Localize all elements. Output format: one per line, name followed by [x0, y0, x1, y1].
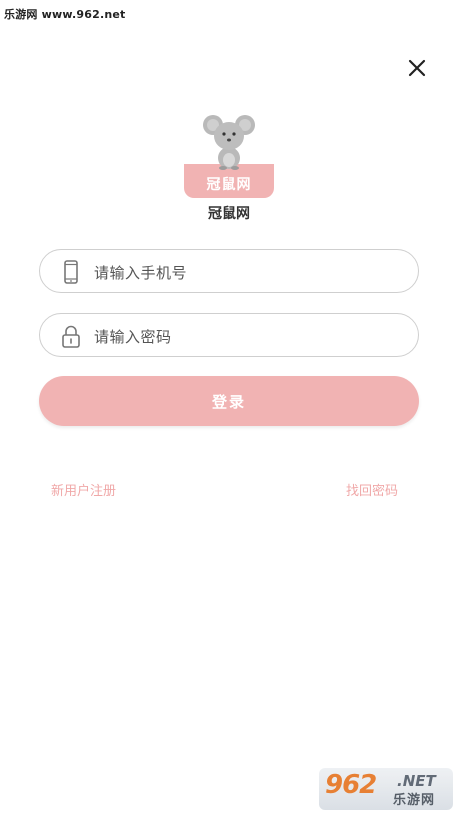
phone-input[interactable]: 请输入手机号	[39, 249, 419, 293]
close-button[interactable]	[405, 56, 429, 80]
watermark-number: 962	[325, 770, 377, 800]
site-watermark-bottom: 962 .NET 乐游网	[319, 768, 453, 810]
watermark-cn: 乐游网	[393, 793, 436, 808]
lock-icon	[62, 325, 80, 348]
login-screen: 乐游网 www.962.net 冠鼠网 冠鼠网 请输入手机号 请输入密码 登录 …	[0, 0, 458, 815]
site-watermark-top: 乐游网 www.962.net	[4, 8, 126, 21]
app-logo: 冠鼠网	[184, 112, 274, 198]
forgot-password-link[interactable]: 找回密码	[346, 480, 398, 499]
mouse-mascot-icon	[203, 115, 255, 170]
logo-text: 冠鼠网	[206, 177, 252, 193]
login-button[interactable]: 登录	[39, 376, 419, 426]
app-name: 冠鼠网	[208, 206, 250, 222]
close-icon	[408, 59, 426, 77]
register-link[interactable]: 新用户注册	[51, 480, 116, 499]
password-input[interactable]: 请输入密码	[39, 313, 419, 357]
login-button-label: 登录	[211, 393, 246, 411]
password-placeholder: 请输入密码	[94, 328, 172, 346]
phone-placeholder: 请输入手机号	[94, 264, 188, 282]
phone-icon	[64, 260, 78, 284]
watermark-suffix: .NET	[397, 772, 436, 790]
